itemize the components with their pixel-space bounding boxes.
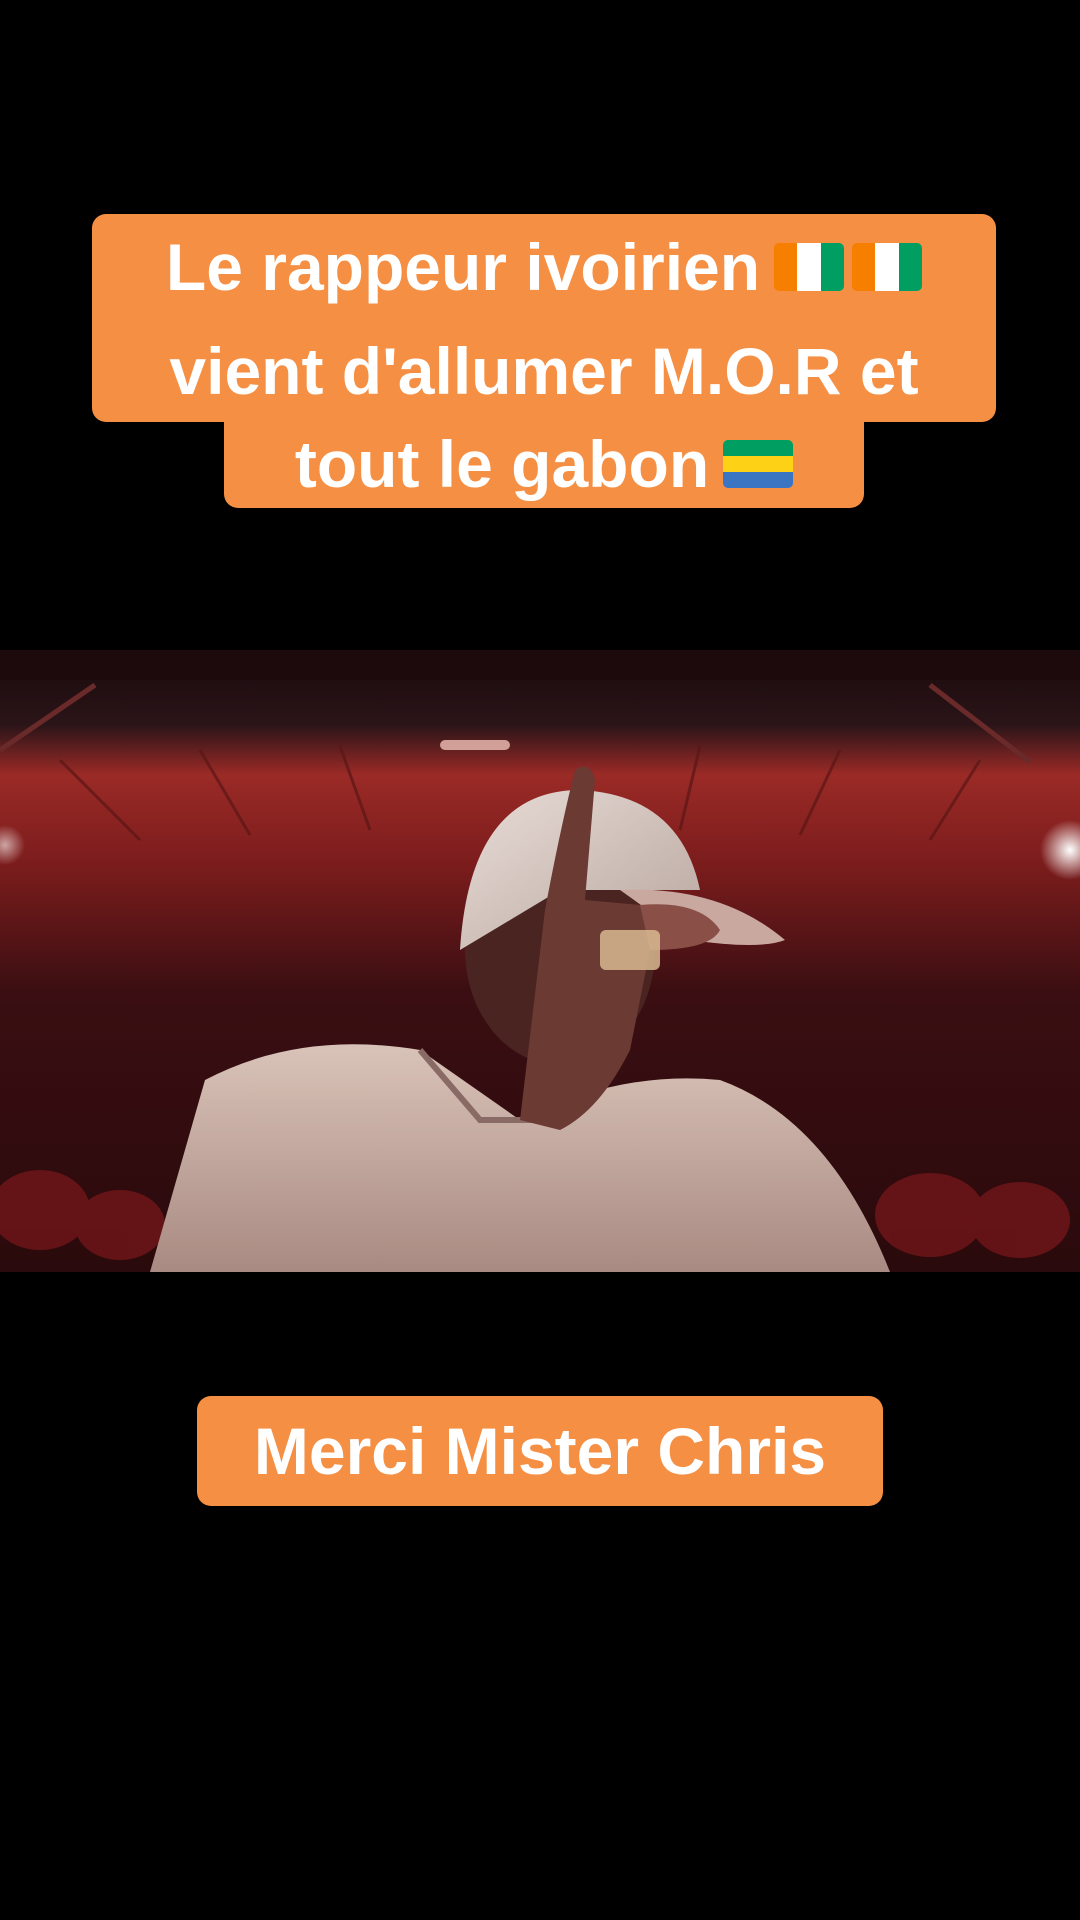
flag-cote-divoire-icon [774,243,845,291]
flag-gabon-icon [723,440,794,488]
bottom-caption: Merci Mister Chris [197,1396,883,1506]
video-still [0,650,1080,1272]
caption-line-3-text: tout le gabon [294,427,710,501]
caption-line-2-text: vient d'allumer M.O.R et [169,334,919,408]
caption-line-1-text: Le rappeur ivoirien [165,230,761,304]
caption-line-3: tout le gabon [224,420,864,508]
video-frame[interactable] [0,650,1080,1272]
flag-cote-divoire-icon [852,243,923,291]
caption-line-1: Le rappeur ivoirien [92,214,996,320]
caption-line-2: vient d'allumer M.O.R et [92,320,996,422]
video-post-screen[interactable]: Le rappeur ivoirien vient d'allumer M.O.… [0,0,1080,1920]
